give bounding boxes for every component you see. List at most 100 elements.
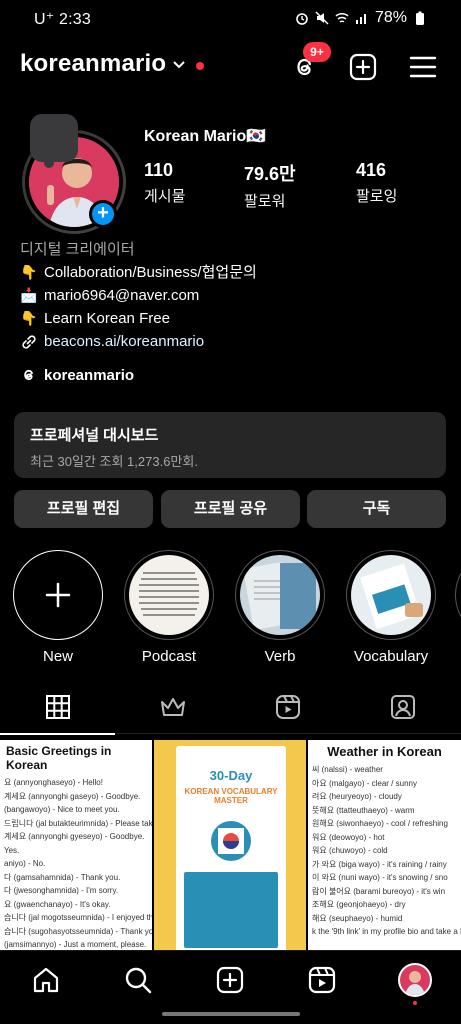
highlight-next[interactable] [455,550,461,640]
stat-following[interactable]: 416 팔로잉 [356,160,397,206]
pointing-down-icon: 👇 [20,310,38,326]
post-line: 계세요 (annyonghi gyeseyo) - Goodbye. [4,832,145,841]
post-line: 요 (annyonghaseyo) - Hello! [4,778,103,787]
post-card: 30-Day KOREAN VOCABULARY MASTER [176,746,286,952]
post-line: 습니다 (jal mogotsseumnida) - I enjoyed the… [4,913,152,922]
highlight-vocabulary[interactable]: Vocabulary [346,550,436,665]
alarm-icon [295,11,309,25]
stat-label: 게시물 [144,188,186,205]
stat-value: 416 [356,160,387,180]
post-line: 드립니다 (jal butakteurimnida) - Please take… [4,818,152,828]
status-bar: U⁺ 2:33 78% [0,0,461,38]
battery-text: 78% [374,9,407,26]
highlight-label: Vocabulary [353,648,429,665]
battery-icon [413,11,427,25]
bottom-navigation [0,950,461,1012]
grid-icon [45,695,70,719]
post-grid: Basic Greetings in Korean 요 (annyonghase… [0,740,461,952]
tagged-icon [390,695,415,719]
dashboard-title: 프로페셔널 대시보드 [30,427,159,444]
post-line: (bangawoyo) - Nice to meet you. [4,805,120,814]
bio-link-text[interactable]: beacons.ai/koreanmario [44,330,204,353]
post-line: 려요 (heuryeoyo) - cloudy [312,792,402,801]
tab-grid[interactable] [0,694,115,735]
home-icon[interactable] [31,965,61,995]
profile-bio: 디지털 크리에이터 👇 Collaboration/Business/협업문의 … [20,238,257,353]
threads-profile-link[interactable]: koreanmario [20,366,134,384]
bio-line: 👇 Learn Korean Free [20,307,257,330]
link-icon [22,334,36,349]
stat-label: 팔로워 [244,193,286,210]
signal-icon [355,11,369,25]
dashboard-subtitle: 최근 30일간 조회 1,273.6만회. [30,454,198,469]
notification-dot [413,1001,417,1005]
highlight-podcast[interactable]: Podcast [124,550,214,665]
post-line: 워요 (chuwoyo) - cold [312,846,388,855]
post-line: 계세요 (annyonghi gaseyo) - Goodbye. [4,791,141,801]
post-thumbnail[interactable]: Basic Greetings in Korean 요 (annyonghase… [0,740,152,952]
reels-icon[interactable] [307,965,337,995]
post-title: MASTER [214,796,248,805]
professional-dashboard[interactable]: 프로페셔널 대시보드 최근 30일간 조회 1,273.6만회. [14,412,446,478]
highlight-cover [240,555,320,635]
stat-value: 110 [144,160,174,180]
post-thumbnail[interactable]: 30-Day KOREAN VOCABULARY MASTER [154,740,306,952]
post-thumbnail[interactable]: Weather in Korean 씨 (nalssi) - weather 아요… [308,740,461,952]
stat-followers[interactable]: 79.6만 팔로워 [244,160,296,211]
share-profile-button[interactable]: 프로필 공유 [161,490,300,528]
highlight-cover [351,555,431,635]
reels-icon [275,695,300,719]
post-line: 워요 (deowoyo) - hot [312,832,385,842]
post-title: Weather in Korean [327,744,442,759]
tab-reels[interactable] [230,694,345,734]
bio-line: 📩 mario6964@naver.com [20,284,257,307]
mute-icon [315,11,329,25]
chevron-down-icon[interactable] [172,60,186,70]
crown-icon [160,698,185,716]
menu-icon[interactable] [408,52,438,82]
note-bubble[interactable] [30,114,78,168]
post-line: 람이 불어요 (barami bureoyo) - it's win [312,886,446,896]
home-indicator[interactable] [162,1012,300,1016]
bio-line: 👇 Collaboration/Business/협업문의 [20,261,257,284]
profile-category: 디지털 크리에이터 [20,241,135,258]
post-title: 30-Day [209,768,253,783]
post-line: aniyo) - No. [4,859,46,868]
status-icons: 78% [295,9,427,27]
post-line: Yes. [4,845,20,855]
edit-profile-button[interactable]: 프로필 편집 [14,490,153,528]
profile-avatar-nav[interactable] [398,963,432,997]
post-line: 조해요 (geonjohaeyo) - dry [312,900,406,909]
post-title: Basic Greetings in Korean [6,744,112,772]
stat-posts[interactable]: 110 게시물 [144,160,185,206]
highlight-label: Podcast [141,648,197,665]
highlight-label: New [42,648,73,665]
post-line: 뜻해요 (ttatteuthaeyo) - warm [312,805,415,815]
bio-email[interactable]: mario6964@naver.com [44,284,199,307]
post-line: 해요 (seuphaeyo) - humid [312,913,403,923]
subscribe-button[interactable]: 구독 [307,490,446,528]
bio-link[interactable]: beacons.ai/koreanmario [20,330,257,353]
profile-tabs [0,690,461,735]
post-line: 원해요 (siwonhaeyo) - cool / refreshing [312,819,448,828]
username-switcher[interactable]: koreanmario [20,50,166,78]
stat-label: 팔로잉 [356,188,398,205]
post-line: 다 (gamsahamnida) - Thank you. [4,872,121,882]
post-lines: 씨 (nalssi) - weather 아요 (malgayo) - clear… [308,763,461,939]
tab-tagged[interactable] [345,694,460,734]
post-line: 씨 (nalssi) - weather [312,765,383,774]
add-story-icon[interactable]: + [89,200,117,228]
status-time: U⁺ 2:33 [34,11,91,28]
create-post-icon[interactable] [348,52,378,82]
create-icon[interactable] [215,965,245,995]
threads-badge: 9+ [303,42,331,62]
highlight-new[interactable]: New [13,550,103,665]
tab-subscriptions[interactable] [115,694,230,734]
stat-value: 79.6만 [244,164,296,184]
search-icon[interactable] [123,965,153,995]
profile-header: koreanmario 9+ [0,42,461,90]
bio-text: Collaboration/Business/협업문의 [44,264,257,281]
highlight-verb[interactable]: Verb [235,550,325,665]
threads-icon [24,369,33,381]
post-index-box [184,872,278,948]
